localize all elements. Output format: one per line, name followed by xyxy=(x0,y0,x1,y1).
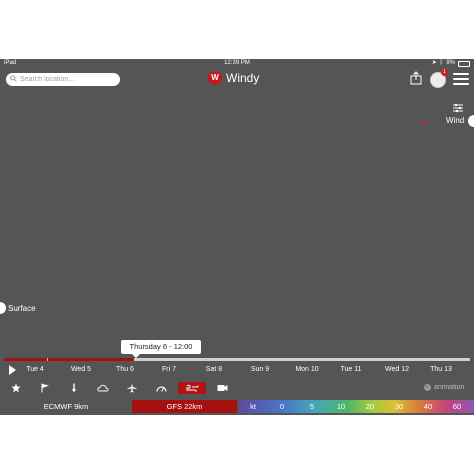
layer-label-wind[interactable]: Wind xyxy=(446,116,464,125)
timeline-day[interactable]: Tue 4 xyxy=(15,366,55,373)
search-input[interactable] xyxy=(20,74,116,85)
timeline-day[interactable]: Fri 7 xyxy=(149,366,189,373)
wind-speed-legend[interactable]: kt 0 5 10 20 30 40 60 xyxy=(239,400,474,413)
pin-icon[interactable] xyxy=(65,382,83,394)
windy-app: iPad 12:39 PM ➤ ᛒ 9% W Windy 1 xyxy=(0,59,474,415)
timeline-track[interactable] xyxy=(4,358,470,361)
model-ecmwf-button[interactable]: ECMWF 9km xyxy=(0,400,132,413)
location-icon: ➤ xyxy=(431,60,437,66)
status-bar: iPad 12:39 PM ➤ ᛒ 9% xyxy=(0,59,474,68)
share-icon[interactable] xyxy=(410,71,422,85)
gauge-icon[interactable] xyxy=(152,382,170,394)
app-title: Windy xyxy=(226,71,260,85)
legend-value: 5 xyxy=(309,402,315,411)
timeline-day[interactable]: Mon 10 xyxy=(287,366,327,373)
animation-label: animation xyxy=(434,384,465,391)
legend-unit: kt xyxy=(250,402,256,411)
wind-layer-icon[interactable] xyxy=(178,382,206,394)
timeline-progress xyxy=(4,358,135,361)
timeline-day[interactable]: Sun 9 xyxy=(240,366,280,373)
battery-icon xyxy=(458,60,470,67)
legend-value: 0 xyxy=(279,402,285,411)
bluetooth-icon: ᛒ xyxy=(439,60,444,66)
search-icon xyxy=(6,75,20,84)
animation-icon: ◐ xyxy=(424,384,431,391)
timeline-day[interactable]: Thu 6 xyxy=(105,366,145,373)
app-logo[interactable]: W Windy xyxy=(208,71,259,85)
altitude-label[interactable]: Surface xyxy=(8,304,36,313)
notification-badge: 1 xyxy=(441,69,448,76)
menu-line xyxy=(453,78,469,80)
menu-icon[interactable] xyxy=(453,73,469,85)
legend-value: 30 xyxy=(394,402,404,411)
menu-line xyxy=(453,83,469,85)
timeline-day[interactable]: Thu 13 xyxy=(421,366,461,373)
battery-percent: 9% xyxy=(446,60,455,66)
legend-value: 20 xyxy=(365,402,375,411)
weather-icon[interactable] xyxy=(94,382,112,394)
windy-logo-icon: W xyxy=(208,71,222,85)
layer-toggle[interactable] xyxy=(468,115,474,127)
timeline-selected-time: Thursday 6 - 12:00 xyxy=(121,340,201,354)
layer-settings-icon[interactable] xyxy=(452,103,464,113)
timeline-now-marker xyxy=(47,358,48,361)
timeline-day[interactable]: Tue 11 xyxy=(331,366,371,373)
timeline-day[interactable]: Wed 5 xyxy=(61,366,101,373)
timeline-day[interactable]: Sat 8 xyxy=(194,366,234,373)
menu-line xyxy=(453,73,469,75)
legend-value: 10 xyxy=(336,402,346,411)
layer-more-icon[interactable]: ••• xyxy=(421,118,427,127)
legend-value: 60 xyxy=(452,402,462,411)
camera-icon[interactable] xyxy=(213,382,231,394)
plane-icon[interactable] xyxy=(123,382,141,394)
battery-level xyxy=(459,61,460,66)
star-icon[interactable] xyxy=(7,382,25,394)
model-gfs-button[interactable]: GFS 22km xyxy=(132,400,237,413)
status-right: ➤ ᛒ 9% xyxy=(432,59,470,68)
avatar[interactable]: 1 xyxy=(430,69,448,88)
flag-icon[interactable] xyxy=(36,382,54,394)
search-box[interactable] xyxy=(6,73,120,86)
clock: 12:39 PM xyxy=(224,60,250,66)
timeline-day[interactable]: Wed 12 xyxy=(377,366,417,373)
altitude-slider-knob[interactable] xyxy=(0,302,6,314)
legend-value: 40 xyxy=(423,402,433,411)
animation-toggle[interactable]: ◐ animation xyxy=(424,384,464,391)
